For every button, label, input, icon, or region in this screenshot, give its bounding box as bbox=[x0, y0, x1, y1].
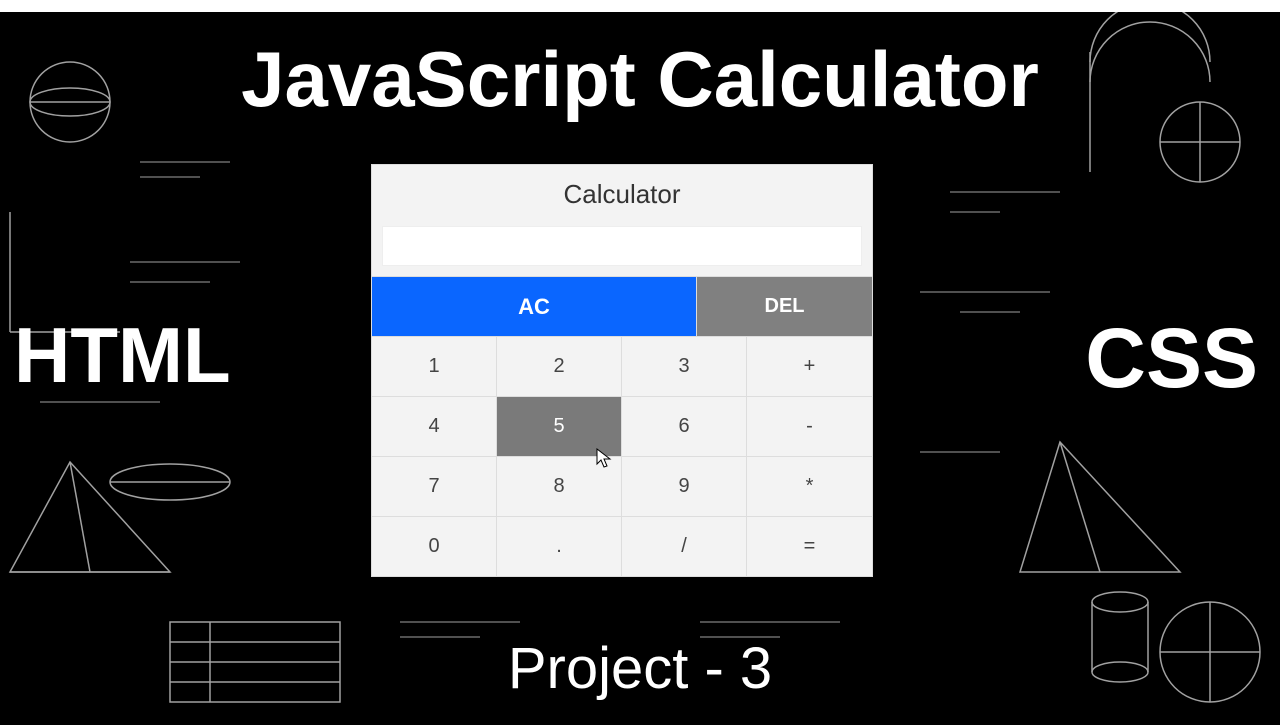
key-6[interactable]: 6 bbox=[622, 396, 747, 456]
key-row-1: 1 2 3 + bbox=[372, 336, 872, 396]
label-css: CSS bbox=[1085, 310, 1258, 407]
key-multiply[interactable]: * bbox=[747, 456, 872, 516]
key-1[interactable]: 1 bbox=[372, 336, 497, 396]
key-0[interactable]: 0 bbox=[372, 516, 497, 576]
key-7[interactable]: 7 bbox=[372, 456, 497, 516]
calculator-panel: Calculator AC DEL 1 2 3 + 4 5 6 - 7 8 9 … bbox=[372, 165, 872, 576]
ac-button[interactable]: AC bbox=[372, 276, 697, 336]
key-9[interactable]: 9 bbox=[622, 456, 747, 516]
calculator-title: Calculator bbox=[372, 165, 872, 220]
key-row-4: 0 . / = bbox=[372, 516, 872, 576]
key-5[interactable]: 5 bbox=[497, 396, 622, 456]
key-3[interactable]: 3 bbox=[622, 336, 747, 396]
label-html: HTML bbox=[14, 310, 231, 401]
key-4[interactable]: 4 bbox=[372, 396, 497, 456]
del-button[interactable]: DEL bbox=[697, 276, 872, 336]
label-project: Project - 3 bbox=[508, 635, 772, 702]
key-dot[interactable]: . bbox=[497, 516, 622, 576]
key-divide[interactable]: / bbox=[622, 516, 747, 576]
key-minus[interactable]: - bbox=[747, 396, 872, 456]
key-8[interactable]: 8 bbox=[497, 456, 622, 516]
control-row: AC DEL bbox=[372, 276, 872, 336]
browser-top-bar bbox=[0, 0, 1280, 12]
calculator-display[interactable] bbox=[382, 226, 862, 266]
key-row-2: 4 5 6 - bbox=[372, 396, 872, 456]
key-2[interactable]: 2 bbox=[497, 336, 622, 396]
headline-text: JavaScript Calculator bbox=[241, 34, 1039, 125]
key-plus[interactable]: + bbox=[747, 336, 872, 396]
key-row-3: 7 8 9 * bbox=[372, 456, 872, 516]
key-equals[interactable]: = bbox=[747, 516, 872, 576]
